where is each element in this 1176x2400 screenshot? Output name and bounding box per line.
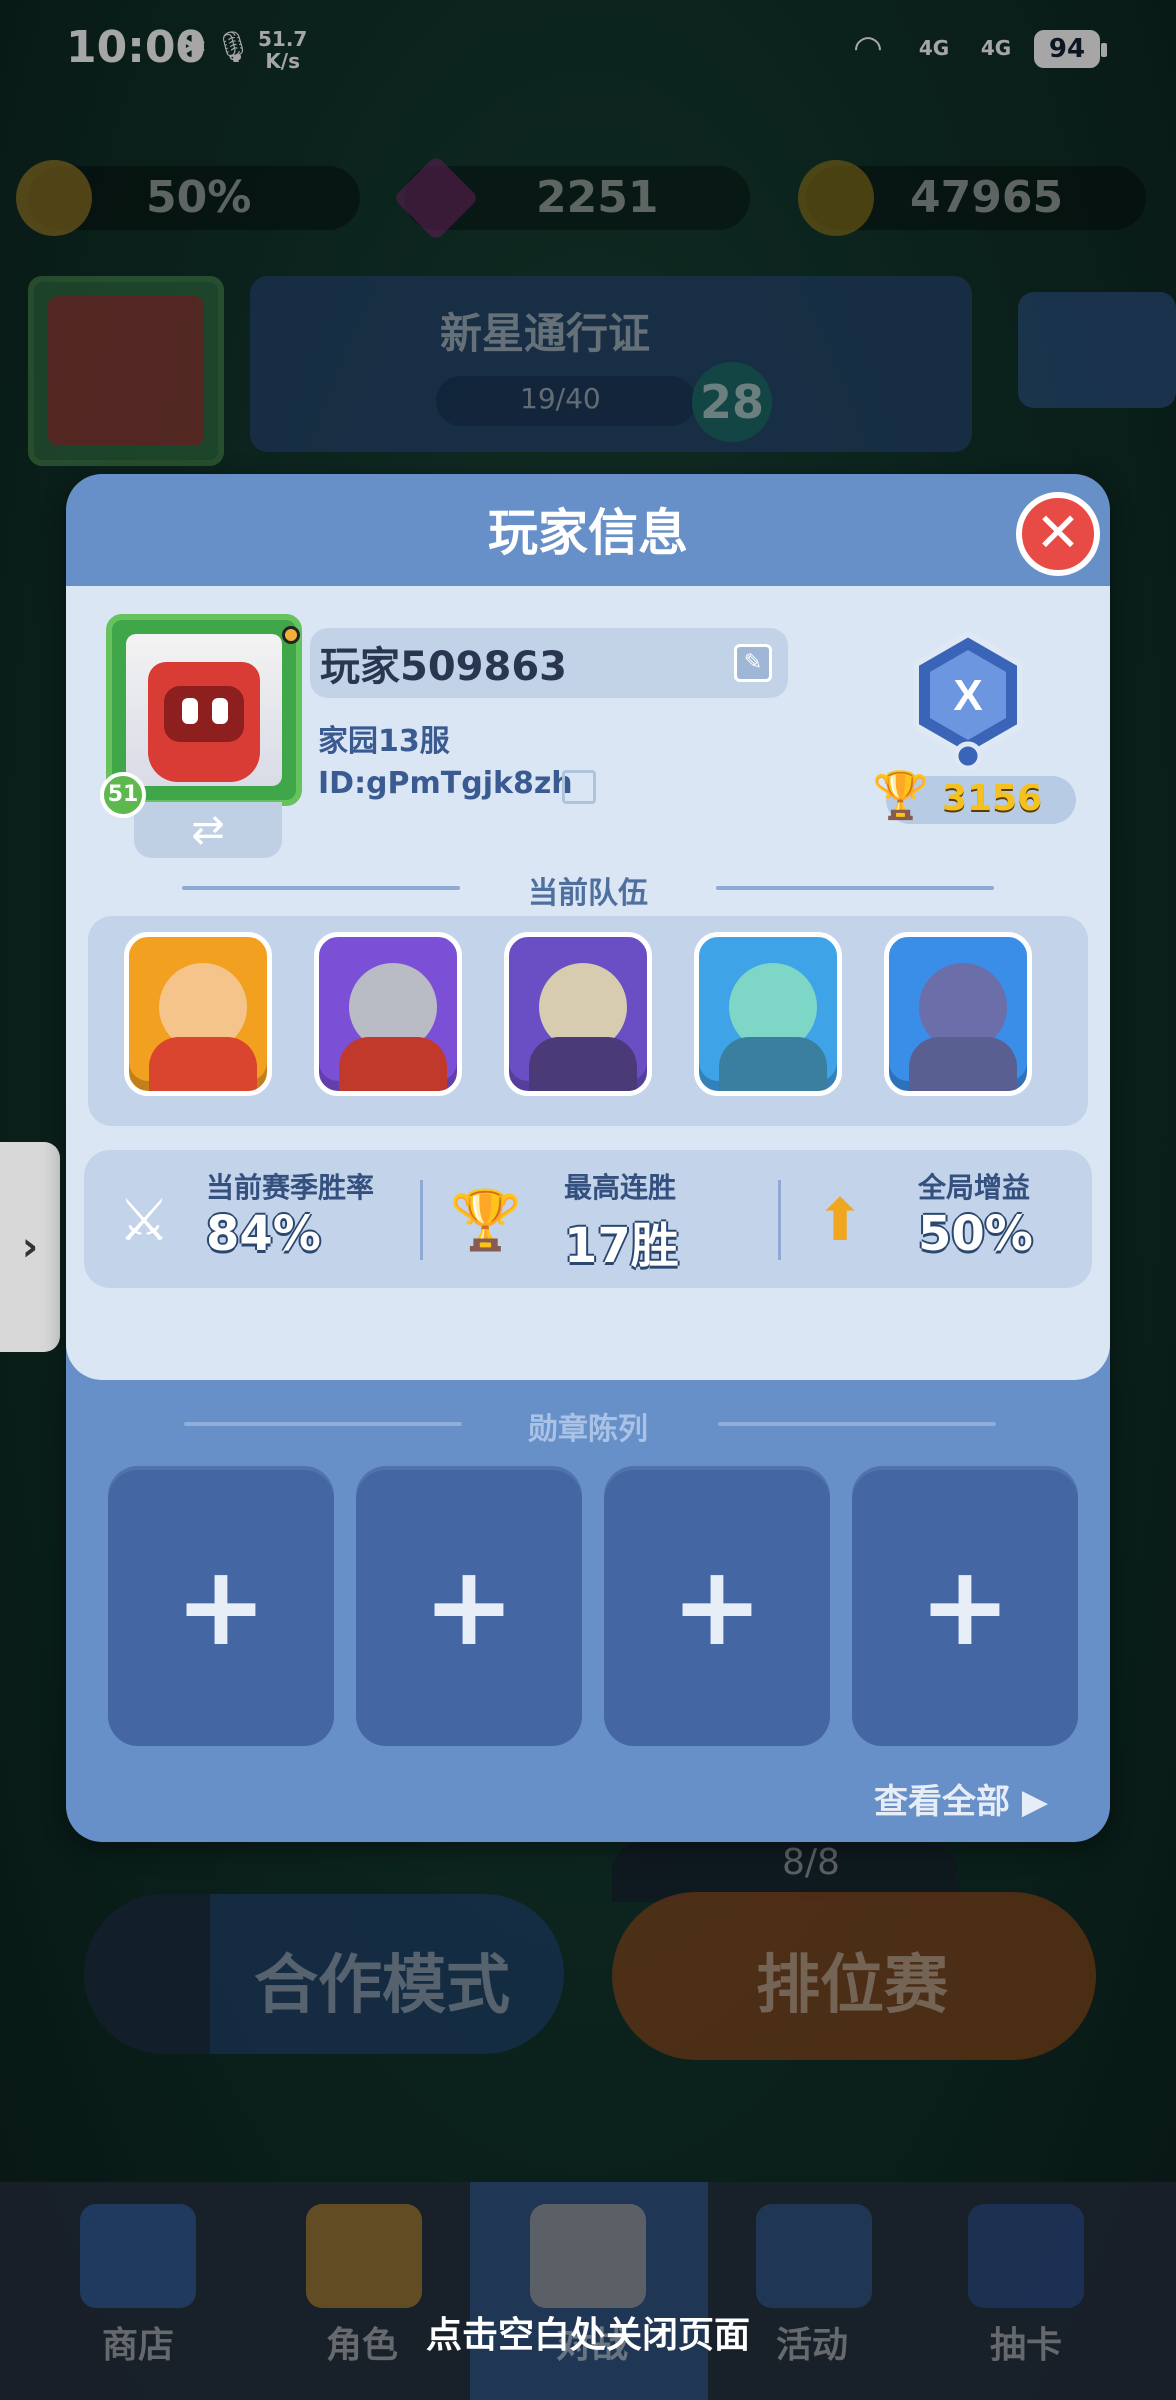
medal-slot[interactable]: + <box>852 1466 1078 1746</box>
medal-slot[interactable]: + <box>604 1466 830 1746</box>
stat-value-streak: 17胜 <box>564 1218 679 1274</box>
view-all-button[interactable]: 查看全部 ▶ <box>874 1774 1048 1823</box>
player-id: ID:gPmTgjk8zh <box>318 766 573 801</box>
player-info-modal: 玩家信息 ✕ ⇄ 51 玩家509863 ✎ 家园13服 ID:gPmTgjk8… <box>66 474 1110 1842</box>
stat-label-streak: 最高连胜 <box>564 1171 677 1204</box>
player-server: 家园13服 <box>318 724 450 759</box>
player-level-badge: 51 <box>100 772 146 818</box>
stat-value-winrate: 84% <box>206 1206 321 1262</box>
avatar-notification-dot <box>282 626 300 644</box>
hero-slot[interactable] <box>504 932 652 1096</box>
close-hint: 点击空白处关闭页面 <box>425 2315 750 2356</box>
player-name: 玩家509863 <box>320 644 567 690</box>
player-info-body: ⇄ 51 玩家509863 ✎ 家园13服 ID:gPmTgjk8zh X 🏆 … <box>66 586 1110 1380</box>
avatar-eye-right <box>212 698 228 724</box>
trophy-icon: 🏆 <box>449 1186 523 1254</box>
stats-divider <box>420 1180 423 1260</box>
trophy-count: 3156 <box>942 778 1043 819</box>
swap-avatar-button[interactable]: ⇄ <box>134 802 282 858</box>
boost-icon: ⬆ <box>815 1186 865 1254</box>
close-button[interactable]: ✕ <box>1016 492 1100 576</box>
hero-slot[interactable] <box>124 932 272 1096</box>
avatar-image <box>126 634 282 786</box>
add-medal-icon: + <box>670 1542 764 1670</box>
medal-slot[interactable]: + <box>356 1466 582 1746</box>
team-container <box>88 916 1088 1126</box>
stats-divider <box>778 1180 781 1260</box>
swords-icon: ⚔ <box>118 1186 170 1254</box>
stat-label-boost: 全局增益 <box>918 1171 1031 1204</box>
rank-letter: X <box>953 671 982 720</box>
hero-slot[interactable] <box>884 932 1032 1096</box>
chevron-right-icon: ▶ <box>1010 1782 1048 1822</box>
rank-badge-icon: X <box>913 630 1023 770</box>
add-medal-icon: + <box>174 1542 268 1670</box>
medal-title: 勋章陈列 <box>528 1412 648 1447</box>
view-all-label: 查看全部 <box>874 1782 1010 1822</box>
copy-id-icon[interactable] <box>562 770 596 804</box>
hero-slot[interactable] <box>694 932 842 1096</box>
avatar-face <box>164 686 244 742</box>
hero-slot[interactable] <box>314 932 462 1096</box>
modal-title: 玩家信息 <box>488 504 688 562</box>
stat-value-boost: 50% <box>918 1206 1033 1262</box>
stats-container: ⚔ 当前赛季胜率 84% 🏆 最高连胜 17胜 ⬆ 全局增益 50% <box>84 1150 1092 1288</box>
side-expand-tab[interactable]: › <box>0 1142 60 1352</box>
add-medal-icon: + <box>918 1542 1012 1670</box>
stat-label-winrate: 当前赛季胜率 <box>206 1171 375 1204</box>
medal-slot[interactable]: + <box>108 1466 334 1746</box>
avatar-eye-left <box>182 698 198 724</box>
team-title: 当前队伍 <box>528 876 648 911</box>
add-medal-icon: + <box>422 1542 516 1670</box>
trophy-icon: 🏆 <box>872 768 930 822</box>
edit-name-icon[interactable]: ✎ <box>734 644 772 682</box>
